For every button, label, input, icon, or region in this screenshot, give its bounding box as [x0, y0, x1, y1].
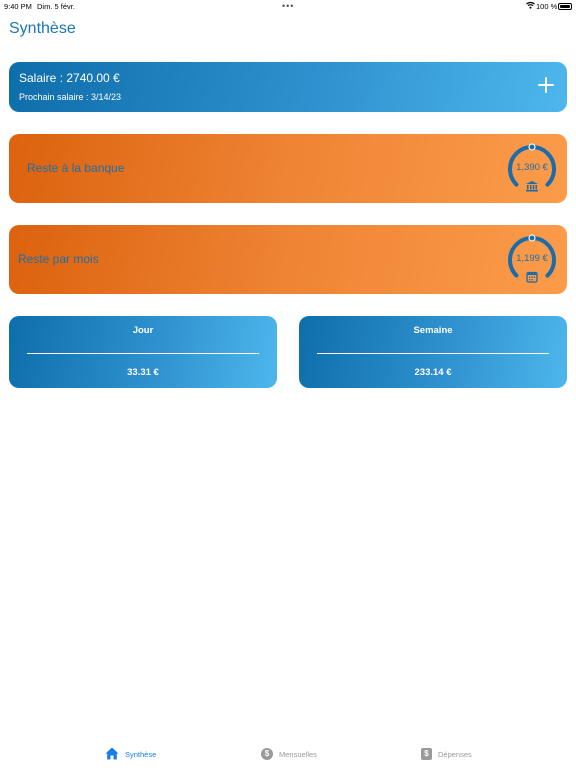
- week-card[interactable]: Semaine 233.14 €: [299, 316, 567, 388]
- dollar-doc-icon: $: [421, 748, 432, 760]
- status-time: 9:40 PM: [4, 2, 32, 11]
- next-salary-label: Prochain salaire : 3/14/23: [19, 92, 122, 102]
- calendar-icon: [525, 270, 539, 283]
- bank-gauge: 1,390 €: [506, 143, 558, 195]
- monthly-remaining-card[interactable]: Reste par mois 1,199 €: [9, 225, 567, 294]
- bank-remaining-card[interactable]: Reste à la banque 1,390 €: [9, 134, 567, 203]
- tab-mensuelles[interactable]: $ Mensuelles: [261, 746, 317, 762]
- status-date: Dim. 5 févr.: [37, 2, 75, 11]
- week-divider: [317, 353, 549, 354]
- multitasking-dots-icon[interactable]: •••: [282, 1, 294, 11]
- battery-percent: 100 %: [536, 2, 558, 11]
- tab-bar: Synthèse $ Mensuelles $ Dépenses: [0, 736, 576, 768]
- home-icon: [105, 747, 119, 762]
- monthly-remaining-label: Reste par mois: [18, 252, 99, 266]
- monthly-gauge-value: 1,199 €: [516, 253, 548, 264]
- tab-synthese[interactable]: Synthèse: [105, 746, 156, 762]
- page-title: Synthèse: [9, 20, 76, 37]
- bank-gauge-knob: [528, 143, 536, 151]
- tab-depenses-label: Dépenses: [438, 749, 472, 759]
- monthly-gauge-knob: [528, 234, 536, 242]
- day-title: Jour: [132, 325, 154, 336]
- week-title: Semaine: [413, 325, 453, 336]
- bank-remaining-label: Reste à la banque: [27, 161, 125, 175]
- salary-card: Salaire : 2740.00 € Prochain salaire : 3…: [9, 62, 567, 112]
- wifi-icon: [526, 1, 535, 11]
- tab-synthese-label: Synthèse: [125, 749, 157, 759]
- salary-label: Salaire : 2740.00 €: [19, 71, 120, 85]
- week-value: 233.14 €: [414, 367, 452, 378]
- day-value: 33.31 €: [127, 367, 159, 378]
- bank-icon: [525, 179, 539, 192]
- status-bar: 9:40 PM Dim. 5 févr. ••• 100 %: [0, 0, 576, 12]
- tab-mensuelles-label: Mensuelles: [279, 749, 317, 759]
- dollar-circle-icon: $: [261, 748, 273, 760]
- tab-depenses[interactable]: $ Dépenses: [421, 746, 472, 762]
- day-divider: [27, 353, 259, 354]
- bank-gauge-value: 1,390 €: [516, 162, 548, 173]
- day-card[interactable]: Jour 33.31 €: [9, 316, 277, 388]
- add-salary-button[interactable]: [537, 76, 555, 94]
- battery-icon: [558, 3, 572, 10]
- monthly-gauge: 1,199 €: [506, 234, 558, 286]
